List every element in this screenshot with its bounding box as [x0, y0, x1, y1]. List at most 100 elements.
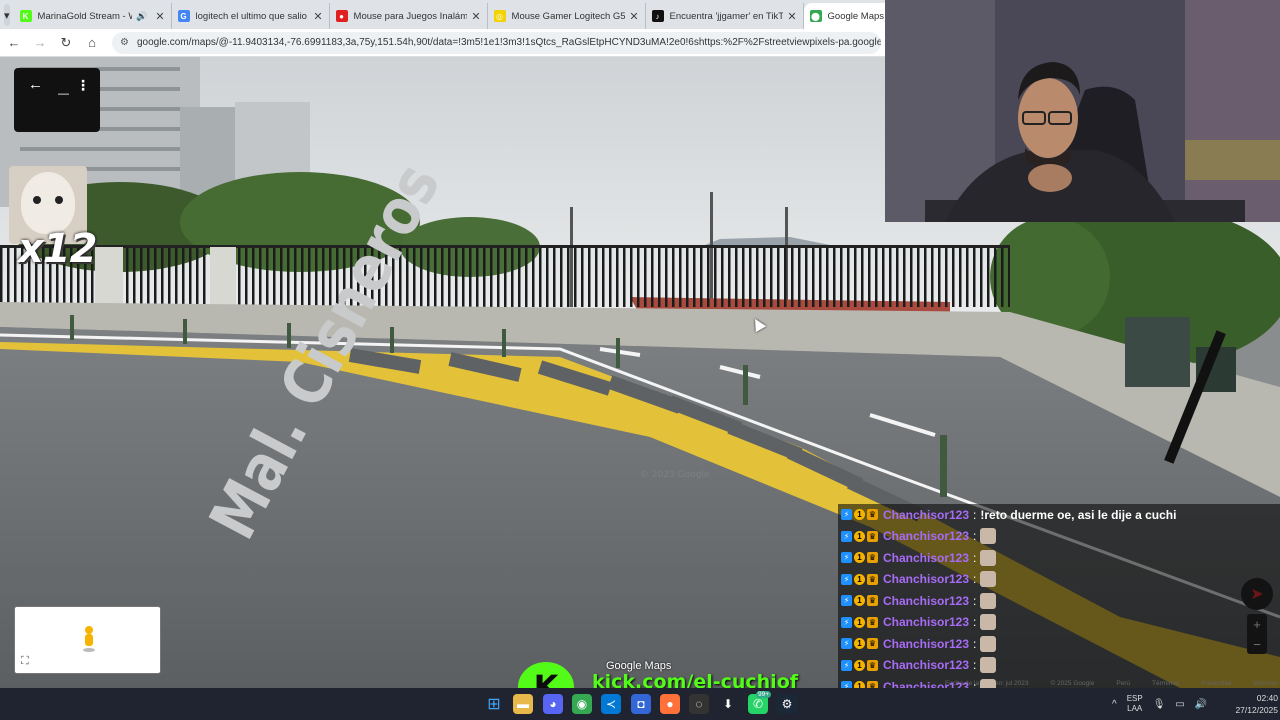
chat-message: ⚡1♛ Chanchisor123:	[838, 590, 1280, 612]
vscode-icon[interactable]: ≺	[601, 694, 621, 714]
tab-title: Encuentra 'jjgamer' en TikTok |	[669, 10, 784, 22]
hamster-emote-icon	[980, 528, 997, 545]
windows-start-icon[interactable]: ⊞	[484, 694, 504, 714]
tab-close-icon[interactable]: ✕	[155, 10, 164, 23]
tab-title: MarinaGold Stream - Watc	[37, 10, 133, 22]
system-tray: ^ ESP LAA 🎙 ▭ 🔊	[1112, 688, 1207, 720]
chat-username[interactable]: Chanchisor123	[883, 615, 969, 629]
vip-badge-icon: ♛	[867, 552, 878, 564]
browser-tab[interactable]: ♪ Encuentra 'jjgamer' en TikTok |✕	[646, 3, 804, 29]
network-icon[interactable]: ▭	[1175, 699, 1184, 710]
tab-close-icon[interactable]: ✕	[471, 10, 480, 23]
chat-username[interactable]: Chanchisor123	[883, 551, 969, 565]
minimap[interactable]: ⛶	[14, 606, 161, 674]
tab-favicon-icon: ⬤	[809, 10, 822, 22]
chat-message: ⚡1♛ Chanchisor123:	[838, 525, 1280, 547]
browser-tab[interactable]: K MarinaGold Stream - Watc🔊 ✕	[14, 3, 172, 29]
browser-tab[interactable]: ◎ Mouse Gamer Logitech G502 l✕	[488, 3, 646, 29]
file-explorer-icon[interactable]: ▬	[513, 694, 533, 714]
more-options-icon[interactable]: ⋮	[76, 77, 90, 94]
chat-message: ⚡ 1 ♛ Chanchisor123: !reto duerme oe, asi le…	[838, 504, 1280, 526]
hamster-eye-right	[55, 196, 63, 204]
whatsapp-badge: 99+	[756, 691, 772, 698]
app-icon[interactable]: ◘	[631, 694, 651, 714]
subscriber-badge-icon: 1	[854, 573, 865, 585]
reload-button[interactable]: ↻	[54, 31, 78, 55]
browser-tab[interactable]: Glogitech el ultimo que salio m ✕	[172, 3, 330, 29]
vip-badge-icon: ♛	[867, 659, 878, 671]
browser-tab-strip: ▾ KMarinaGold Stream - Watc🔊✕Glogitech e…	[0, 0, 962, 29]
vip-badge-icon: ♛	[867, 509, 878, 521]
windows-taskbar: ⊞ ▬ ◕ ◉ ≺ ◘ ● ◌ ⬇ ✆ 99+ ⚙ ^ ESP LAA 🎙 ▭ …	[0, 688, 1280, 720]
app-shortcut-icon[interactable]: ⬇	[718, 694, 738, 714]
hamster-face	[21, 172, 75, 234]
chat-message: ⚡1♛ Chanchisor123:	[838, 547, 1280, 569]
discord-icon[interactable]: ◕	[543, 694, 563, 714]
back-button[interactable]: ←	[2, 31, 26, 55]
imagery-watermark: © 2023 Google	[640, 470, 710, 480]
steam-icon[interactable]: ⚙	[777, 694, 797, 714]
subscriber-badge-icon: 1	[854, 638, 865, 650]
tab-favicon-icon: ♪	[651, 10, 664, 22]
system-clock[interactable]: 02:40 27/12/2025	[1222, 692, 1278, 716]
street-view-header-panel: ← — ⋮	[14, 68, 100, 132]
chat-separator: :	[973, 593, 977, 608]
moderator-badge-icon: ⚡	[841, 530, 852, 542]
hamster-emote-icon	[980, 571, 997, 588]
chat-separator: :	[973, 550, 977, 565]
browser-tab[interactable]: ● Mouse para Juegos Inalámbric✕	[330, 3, 488, 29]
chrome-icon[interactable]: ◉	[572, 694, 592, 714]
lang-code: ESP	[1126, 694, 1143, 703]
volume-icon[interactable]: 🔊	[1195, 699, 1207, 710]
tab-audio-icon[interactable]: 🔊	[136, 11, 147, 22]
arrow-right-icon: →	[33, 35, 47, 50]
chat-username[interactable]: Chanchisor123	[883, 637, 969, 651]
moderator-badge-icon: ⚡	[841, 595, 852, 607]
chat-username[interactable]: Chanchisor123	[883, 658, 969, 672]
clock-date: 27/12/2025	[1235, 705, 1278, 715]
minus-icon: —	[58, 88, 69, 100]
chat-username[interactable]: Chanchisor123	[883, 594, 969, 608]
address-url: google.com/maps/@-11.9403134,-76.6991183…	[136, 37, 881, 48]
chat-username[interactable]: Chanchisor123	[883, 572, 969, 586]
site-info-icon[interactable]: ⚙	[120, 37, 129, 48]
chat-separator: :	[973, 658, 977, 673]
firefox-icon[interactable]: ●	[660, 694, 680, 714]
moderator-badge-icon: ⚡	[841, 659, 852, 671]
language-indicator[interactable]: ESP LAA	[1127, 694, 1143, 714]
obs-icon[interactable]: ◌	[689, 694, 709, 714]
moderator-badge-icon: ⚡	[841, 616, 852, 628]
tab-close-icon[interactable]: ✕	[629, 10, 638, 23]
hamster-emote-icon	[980, 614, 997, 631]
tab-close-icon[interactable]: ✕	[787, 10, 796, 23]
vip-badge-icon: ♛	[867, 595, 878, 607]
chat-separator: :	[973, 636, 977, 651]
chat-username[interactable]: Chanchisor123	[883, 529, 969, 543]
tab-title: Mouse para Juegos Inalámbric	[353, 10, 468, 22]
tab-close-icon[interactable]: ✕	[313, 10, 322, 23]
hamster-emote-icon	[980, 635, 997, 652]
home-button[interactable]: ⌂	[80, 31, 104, 55]
tab-favicon-icon: ◎	[493, 10, 506, 22]
tab-search-button[interactable]: ▾	[4, 4, 10, 26]
subscriber-badge-icon: 1	[854, 616, 865, 628]
chevron-up-icon[interactable]: ^	[1112, 699, 1117, 710]
back-arrow-icon[interactable]: ←	[28, 76, 43, 93]
browser-toolbar: ← → ↻ ⌂ ⚙ google.com/maps/@-11.9403134,-…	[0, 29, 885, 57]
hamster-emote-icon	[980, 549, 997, 566]
lang-layout: LAA	[1127, 704, 1143, 713]
pegman-icon[interactable]	[81, 625, 97, 653]
chat-message: ⚡1♛ Chanchisor123:	[838, 568, 1280, 590]
address-bar[interactable]: ⚙ google.com/maps/@-11.9403134,-76.69911…	[112, 31, 881, 54]
hamster-emote-icon	[980, 592, 997, 609]
tab-title: logitech el ultimo que salio m	[195, 10, 310, 22]
vip-badge-icon: ♛	[867, 573, 878, 585]
expand-icon[interactable]: ⛶	[21, 655, 29, 668]
chat-separator: :	[973, 507, 977, 522]
microphone-icon[interactable]: 🎙	[1153, 699, 1166, 710]
moderator-badge-icon: ⚡	[841, 552, 852, 564]
forward-button[interactable]: →	[28, 31, 52, 55]
reload-icon: ↻	[60, 34, 72, 50]
subscriber-badge-icon: 1	[854, 509, 865, 521]
chat-username[interactable]: Chanchisor123	[883, 508, 969, 522]
